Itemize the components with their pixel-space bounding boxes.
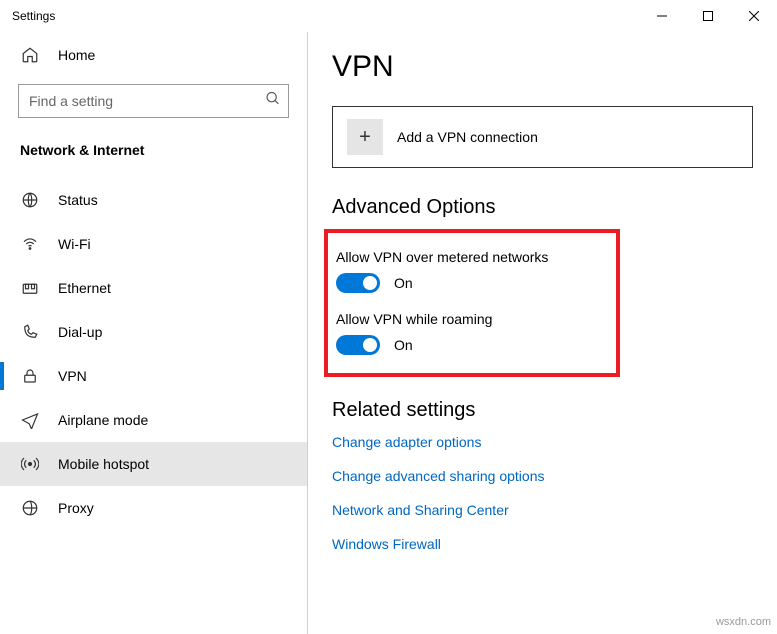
nav-item-vpn[interactable]: VPN: [0, 354, 307, 398]
search-wrap: [18, 84, 289, 118]
nav-item-hotspot[interactable]: Mobile hotspot: [0, 442, 307, 486]
link-adapter-options[interactable]: Change adapter options: [332, 434, 753, 450]
window-controls: [639, 0, 777, 32]
nav-item-wifi[interactable]: Wi-Fi: [0, 222, 307, 266]
metered-toggle[interactable]: [336, 273, 380, 293]
dialup-icon: [20, 323, 40, 341]
nav-list: Status Wi-Fi Ethernet Dial-up VPN Airpla…: [0, 178, 307, 530]
nav-item-ethernet[interactable]: Ethernet: [0, 266, 307, 310]
nav-label: VPN: [58, 368, 87, 384]
proxy-icon: [20, 499, 40, 517]
advanced-heading: Advanced Options: [332, 196, 753, 219]
status-icon: [20, 191, 40, 209]
nav-label: Dial-up: [58, 324, 102, 340]
nav-item-status[interactable]: Status: [0, 178, 307, 222]
add-vpn-label: Add a VPN connection: [397, 129, 538, 145]
link-firewall[interactable]: Windows Firewall: [332, 536, 753, 552]
nav-label: Wi-Fi: [58, 236, 91, 252]
related-heading: Related settings: [332, 399, 753, 422]
close-button[interactable]: [731, 0, 777, 32]
content-area: VPN + Add a VPN connection Advanced Opti…: [308, 32, 777, 634]
maximize-button[interactable]: [685, 0, 731, 32]
roaming-toggle[interactable]: [336, 335, 380, 355]
nav-item-airplane[interactable]: Airplane mode: [0, 398, 307, 442]
nav-label: Ethernet: [58, 280, 111, 296]
nav-label: Proxy: [58, 500, 94, 516]
search-icon: [265, 91, 281, 112]
window-title: Settings: [12, 9, 55, 23]
home-icon: [20, 46, 40, 64]
airplane-icon: [20, 411, 40, 429]
vpn-icon: [20, 367, 40, 385]
nav-item-proxy[interactable]: Proxy: [0, 486, 307, 530]
search-input[interactable]: [18, 84, 289, 118]
highlight-box: Allow VPN over metered networks On Allow…: [324, 229, 620, 377]
hotspot-icon: [20, 455, 40, 473]
minimize-button[interactable]: [639, 0, 685, 32]
nav-label: Status: [58, 192, 98, 208]
nav-label: Mobile hotspot: [58, 456, 149, 472]
nav-label: Airplane mode: [58, 412, 148, 428]
home-link[interactable]: Home: [0, 32, 307, 78]
wifi-icon: [20, 235, 40, 253]
roaming-label: Allow VPN while roaming: [336, 311, 600, 327]
link-sharing-options[interactable]: Change advanced sharing options: [332, 468, 753, 484]
sidebar: Home Network & Internet Status Wi-Fi Eth…: [0, 32, 308, 634]
add-vpn-button[interactable]: + Add a VPN connection: [332, 106, 753, 168]
plus-icon: +: [347, 119, 383, 155]
page-title: VPN: [332, 50, 753, 84]
metered-state: On: [394, 275, 413, 291]
roaming-state: On: [394, 337, 413, 353]
section-title: Network & Internet: [0, 132, 307, 166]
metered-label: Allow VPN over metered networks: [336, 249, 600, 265]
ethernet-icon: [20, 279, 40, 297]
link-network-center[interactable]: Network and Sharing Center: [332, 502, 753, 518]
watermark: wsxdn.com: [716, 616, 771, 628]
home-label: Home: [58, 47, 95, 63]
nav-item-dialup[interactable]: Dial-up: [0, 310, 307, 354]
